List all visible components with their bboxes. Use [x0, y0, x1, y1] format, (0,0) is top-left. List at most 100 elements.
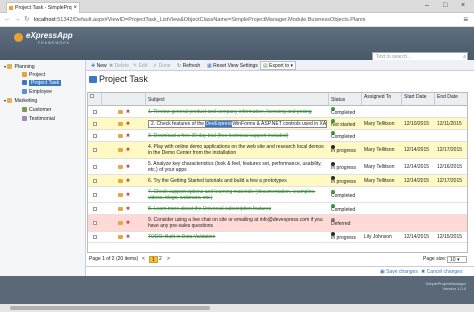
delete-row-icon[interactable]: ✖ [126, 206, 130, 212]
header-assigned-to[interactable]: Assigned To [362, 93, 402, 106]
table-row[interactable]: ✖ 3. Download a free 30 day trial (free t… [88, 130, 467, 142]
url-field[interactable]: localhost:51342/Default.aspx#ViewID=Proj… [34, 15, 434, 25]
table-row[interactable]: ✖ 5. Analyze key characteristics (look & … [88, 159, 467, 175]
nav-group-planning[interactable]: ▾ Planning [4, 63, 35, 71]
minimize-icon[interactable]: – [425, 1, 429, 11]
done-icon: ✔ [153, 63, 158, 69]
task-status: Completed [331, 109, 356, 116]
row-checkbox[interactable] [93, 206, 97, 211]
horizontal-scrollbar[interactable] [0, 304, 474, 312]
row-checkbox[interactable] [93, 148, 97, 152]
row-checkbox[interactable] [93, 235, 97, 239]
task-start-date: 12/14/2015 [404, 177, 430, 184]
task-subject: TODO: Built-in Data Validation [148, 234, 216, 240]
edit-row-icon[interactable] [117, 121, 123, 126]
edit-row-icon[interactable] [117, 221, 123, 225]
browser-tab[interactable]: Project Task - SimplePrq × [6, 2, 80, 13]
edit-row-icon[interactable] [117, 133, 123, 138]
delete-row-icon[interactable]: ✖ [126, 234, 130, 240]
nav-item-customer[interactable]: Customer [22, 106, 52, 114]
edit-row-icon[interactable] [117, 109, 123, 114]
table-row[interactable]: ✖ TODO: Built-in Data Validation In progre… [88, 232, 467, 243]
table-row[interactable]: ✖ 4. Play with online demo applications o… [88, 142, 467, 159]
page-2-button[interactable]: 2 [159, 254, 162, 265]
forward-icon[interactable]: → [14, 15, 21, 25]
nav-item-employee[interactable]: Employee [22, 88, 52, 96]
header-end-date[interactable]: End Date [435, 93, 467, 106]
page-size-select[interactable]: 10 ▾ [447, 256, 467, 263]
row-checkbox[interactable] [93, 221, 97, 225]
nav-group-marketing[interactable]: ▾ Marketing [4, 97, 37, 105]
nav-item-project-task[interactable]: Project Task [22, 79, 62, 87]
row-checkbox[interactable] [93, 178, 97, 183]
task-subject: 5. Analyze key characteristics (look & f… [148, 160, 322, 173]
delete-row-icon[interactable]: ✖ [126, 164, 130, 170]
row-checkbox[interactable] [93, 121, 97, 126]
delete-row-icon[interactable]: ✖ [126, 109, 130, 115]
back-icon[interactable]: ← [4, 15, 11, 25]
task-subject: 8. Learn more about the Universal subscr… [148, 205, 272, 212]
edit-button[interactable]: ✎ Edit [130, 61, 150, 70]
table-row[interactable]: ✖ 2. Check features of the DevExpressWinF… [88, 118, 467, 130]
task-subject: 7. Check support options and learning ma… [148, 188, 316, 201]
task-start-date: 12/14/2015 [404, 234, 430, 240]
done-button[interactable]: ✔ Done [150, 61, 174, 70]
table-row[interactable]: ✖ 1. Review general product and company i… [88, 106, 467, 118]
edit-row-icon[interactable] [117, 178, 123, 183]
edit-row-icon[interactable] [117, 164, 123, 169]
edit-row-icon[interactable] [117, 206, 123, 211]
page-1-button[interactable]: 1 [149, 256, 158, 263]
delete-row-icon[interactable]: ✖ [126, 121, 130, 127]
edit-row-icon[interactable] [117, 192, 123, 197]
row-checkbox[interactable] [93, 192, 97, 197]
header-start-date[interactable]: Start Date [402, 93, 435, 106]
nav-item-project[interactable]: Project [22, 71, 45, 79]
reload-icon[interactable]: ↻ [24, 15, 30, 25]
table-row[interactable]: ✖ 8. Learn more about the Universal subsc… [88, 203, 467, 215]
prev-page-button[interactable]: < [142, 254, 145, 265]
delete-row-icon[interactable]: ✖ [126, 133, 130, 139]
next-page-button[interactable]: > [167, 254, 170, 265]
edit-row-icon[interactable] [117, 148, 123, 152]
delete-row-icon[interactable]: ✖ [126, 178, 130, 184]
table-row[interactable]: ✖ 7. Check support options and learning m… [88, 187, 467, 203]
project-icon [22, 72, 27, 77]
menu-icon[interactable]: ≡ [463, 15, 468, 24]
nav-item-testimonial[interactable]: Testimonial [22, 115, 55, 123]
table-row[interactable]: ✖ 9. Consider using a live chat on site o… [88, 215, 467, 232]
task-status: Deferred [331, 221, 351, 228]
select-all-checkbox[interactable] [88, 93, 102, 106]
subject-editor[interactable]: 2. Check features of the DevExpressWinFo… [148, 119, 327, 128]
reset-view-settings-button[interactable]: ▦ Reset View Settings [204, 61, 261, 70]
app-footer: SimpleProjectManager Version 1.0.0 [0, 276, 474, 304]
grid-header: Subject Status Assigned To Start Date En… [88, 93, 467, 106]
delete-row-icon[interactable]: ✖ [126, 192, 130, 198]
task-status: Completed [331, 192, 356, 199]
cancel-icon: ✖ [421, 269, 426, 275]
task-subject: 9. Consider using a live chat on site or… [148, 217, 323, 229]
delete-row-icon[interactable]: ✖ [126, 147, 130, 153]
task-status: Completed [331, 206, 356, 213]
refresh-button[interactable]: ↻ Refresh [174, 61, 203, 70]
row-checkbox[interactable] [93, 133, 97, 138]
task-start-date: 12/14/2015 [404, 163, 430, 170]
folder-icon [7, 64, 13, 69]
task-subject: 1. Review general product and company in… [148, 108, 312, 115]
close-window-icon[interactable]: × [461, 1, 465, 11]
delete-button[interactable]: ✖ Delete [106, 61, 132, 70]
task-end-date: 12/11/2015 [437, 120, 462, 127]
table-row[interactable]: ✖ 6. Try the Getting Started tutorials an… [88, 175, 467, 187]
export-to-button[interactable]: ▤ Export to ▾ [260, 61, 297, 70]
maximize-icon[interactable]: □ [443, 1, 447, 11]
header-subject[interactable]: Subject [146, 93, 329, 106]
row-checkbox[interactable] [93, 109, 97, 114]
edit-row-icon[interactable] [117, 235, 123, 239]
delete-row-icon[interactable]: ✖ [126, 220, 130, 226]
header-status[interactable]: Status [329, 93, 362, 106]
delete-icon: ✖ [109, 63, 114, 69]
task-status: Completed [331, 133, 356, 140]
row-checkbox[interactable] [93, 164, 97, 169]
task-end-date: 12/17/2015 [437, 147, 463, 153]
batch-commands: ▣ Save changes ✖ Cancel changes [86, 266, 474, 276]
close-tab-icon[interactable]: × [73, 3, 77, 13]
